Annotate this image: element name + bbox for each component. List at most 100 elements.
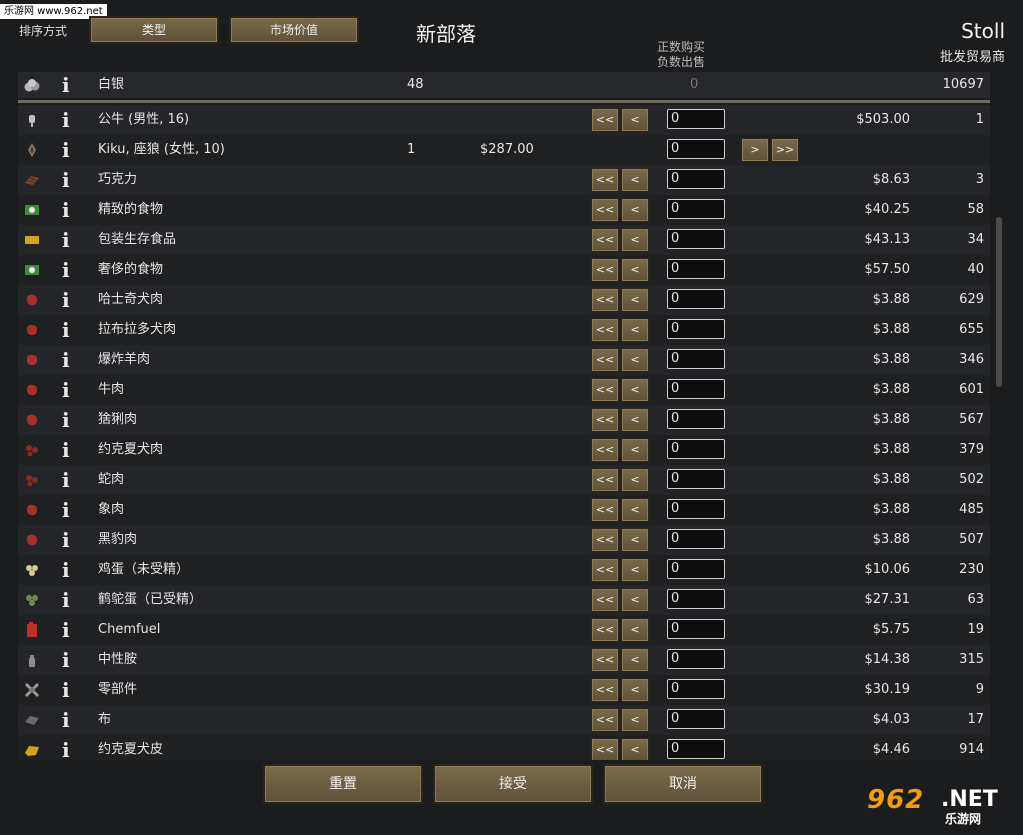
buy-one-button[interactable]: < bbox=[621, 618, 649, 642]
sort-by-type-button[interactable]: 类型 bbox=[89, 16, 219, 44]
buy-all-button[interactable]: << bbox=[591, 528, 619, 552]
info-icon[interactable]: i bbox=[62, 705, 70, 735]
item-price: $30.19 bbox=[864, 682, 911, 697]
trade-amount-input[interactable]: 0 bbox=[667, 709, 725, 729]
reset-button[interactable]: 重置 bbox=[263, 764, 423, 804]
item-price: $5.75 bbox=[872, 622, 910, 637]
buy-all-button[interactable]: << bbox=[591, 348, 619, 372]
buy-all-button[interactable]: << bbox=[591, 228, 619, 252]
buy-one-button[interactable]: < bbox=[621, 438, 649, 462]
buy-all-button[interactable]: << bbox=[591, 558, 619, 582]
buy-all-button[interactable]: << bbox=[591, 708, 619, 732]
info-icon[interactable]: i bbox=[62, 435, 70, 465]
silver-trade-amount: 0 bbox=[690, 77, 699, 92]
trade-amount-input[interactable]: 0 bbox=[667, 349, 725, 369]
buy-all-button[interactable]: << bbox=[591, 438, 619, 462]
buy-one-button[interactable]: < bbox=[621, 168, 649, 192]
buy-all-button[interactable]: << bbox=[591, 258, 619, 282]
trade-amount-input[interactable]: 0 bbox=[667, 169, 725, 189]
buy-all-button[interactable]: << bbox=[591, 318, 619, 342]
buy-all-button[interactable]: << bbox=[591, 498, 619, 522]
buy-one-button[interactable]: < bbox=[621, 258, 649, 282]
trade-amount-input[interactable]: 0 bbox=[667, 319, 725, 339]
buy-one-button[interactable]: < bbox=[621, 228, 649, 252]
buy-all-button[interactable]: << bbox=[591, 468, 619, 492]
buy-one-button[interactable]: < bbox=[621, 588, 649, 612]
trade-amount-input[interactable]: 0 bbox=[667, 199, 725, 219]
trade-amount-input[interactable]: 0 bbox=[667, 649, 725, 669]
trade-amount-input[interactable]: 0 bbox=[667, 379, 725, 399]
trade-amount-input[interactable]: 0 bbox=[667, 739, 725, 759]
trade-amount-input[interactable]: 0 bbox=[667, 229, 725, 249]
buy-one-button[interactable]: < bbox=[621, 708, 649, 732]
info-icon[interactable]: i bbox=[62, 195, 70, 225]
trade-amount-input[interactable]: 0 bbox=[667, 679, 725, 699]
buy-one-button[interactable]: < bbox=[621, 408, 649, 432]
buy-all-button[interactable]: << bbox=[591, 648, 619, 672]
info-icon[interactable]: i bbox=[62, 495, 70, 525]
trade-amount-input[interactable]: 0 bbox=[667, 589, 725, 609]
scrollbar-thumb[interactable] bbox=[996, 217, 1002, 387]
buy-one-button[interactable]: < bbox=[621, 318, 649, 342]
trade-amount-input[interactable]: 0 bbox=[667, 469, 725, 489]
buy-one-button[interactable]: < bbox=[621, 498, 649, 522]
info-icon[interactable]: i bbox=[62, 105, 70, 135]
info-icon[interactable]: i bbox=[62, 225, 70, 255]
buy-one-button[interactable]: < bbox=[621, 468, 649, 492]
sort-by-value-button[interactable]: 市场价值 bbox=[229, 16, 359, 44]
info-icon[interactable]: i bbox=[62, 555, 70, 585]
trade-amount-input[interactable]: 0 bbox=[667, 109, 725, 129]
info-icon[interactable]: i bbox=[62, 405, 70, 435]
info-icon[interactable]: i bbox=[62, 135, 70, 165]
info-icon[interactable]: i bbox=[62, 255, 70, 285]
info-icon[interactable]: i bbox=[62, 735, 70, 760]
buy-all-button[interactable]: << bbox=[591, 618, 619, 642]
buy-one-button[interactable]: < bbox=[621, 528, 649, 552]
buy-all-button[interactable]: << bbox=[591, 588, 619, 612]
buy-one-button[interactable]: < bbox=[621, 108, 649, 132]
buy-all-button[interactable]: << bbox=[591, 378, 619, 402]
buy-all-button[interactable]: << bbox=[591, 108, 619, 132]
trade-amount-input[interactable]: 0 bbox=[667, 289, 725, 309]
buy-all-button[interactable]: << bbox=[591, 168, 619, 192]
buy-one-button[interactable]: < bbox=[621, 738, 649, 760]
buy-one-button[interactable]: < bbox=[621, 198, 649, 222]
table-row: i 哈士奇犬肉 << <0 $3.88 629 bbox=[18, 285, 990, 315]
cancel-button[interactable]: 取消 bbox=[603, 764, 763, 804]
info-icon[interactable]: i bbox=[62, 525, 70, 555]
sell-all-button[interactable]: >> bbox=[771, 138, 799, 162]
buy-one-button[interactable]: < bbox=[621, 678, 649, 702]
info-icon[interactable]: i bbox=[62, 165, 70, 195]
buy-all-button[interactable]: << bbox=[591, 198, 619, 222]
trade-amount-input[interactable]: 0 bbox=[667, 409, 725, 429]
info-icon[interactable]: i bbox=[62, 315, 70, 345]
trade-amount-input[interactable]: 0 bbox=[667, 529, 725, 549]
info-icon[interactable]: i bbox=[62, 675, 70, 705]
trade-amount-input[interactable]: 0 bbox=[667, 559, 725, 579]
info-icon[interactable]: i bbox=[62, 465, 70, 495]
trade-amount-input[interactable]: 0 bbox=[667, 259, 725, 279]
buy-one-button[interactable]: < bbox=[621, 348, 649, 372]
buy-all-button[interactable]: << bbox=[591, 738, 619, 760]
info-icon[interactable]: i bbox=[62, 585, 70, 615]
info-icon[interactable]: i bbox=[62, 375, 70, 405]
buy-one-button[interactable]: < bbox=[621, 378, 649, 402]
buy-one-button[interactable]: < bbox=[621, 558, 649, 582]
buy-one-button[interactable]: < bbox=[621, 288, 649, 312]
trade-amount-input[interactable]: 0 bbox=[667, 439, 725, 459]
buy-all-button[interactable]: << bbox=[591, 408, 619, 432]
buy-all-button[interactable]: << bbox=[591, 288, 619, 312]
scrollbar[interactable] bbox=[994, 105, 1004, 760]
accept-button[interactable]: 接受 bbox=[433, 764, 593, 804]
sell-one-button[interactable]: > bbox=[741, 138, 769, 162]
buy-all-button[interactable]: << bbox=[591, 678, 619, 702]
info-icon[interactable]: i bbox=[62, 615, 70, 645]
info-icon[interactable]: i bbox=[62, 345, 70, 375]
trade-amount-input[interactable]: 0 bbox=[667, 139, 725, 159]
trade-amount-input[interactable]: 0 bbox=[667, 499, 725, 519]
info-icon[interactable]: i bbox=[62, 72, 70, 98]
buy-one-button[interactable]: < bbox=[621, 648, 649, 672]
info-icon[interactable]: i bbox=[62, 645, 70, 675]
trade-amount-input[interactable]: 0 bbox=[667, 619, 725, 639]
info-icon[interactable]: i bbox=[62, 285, 70, 315]
